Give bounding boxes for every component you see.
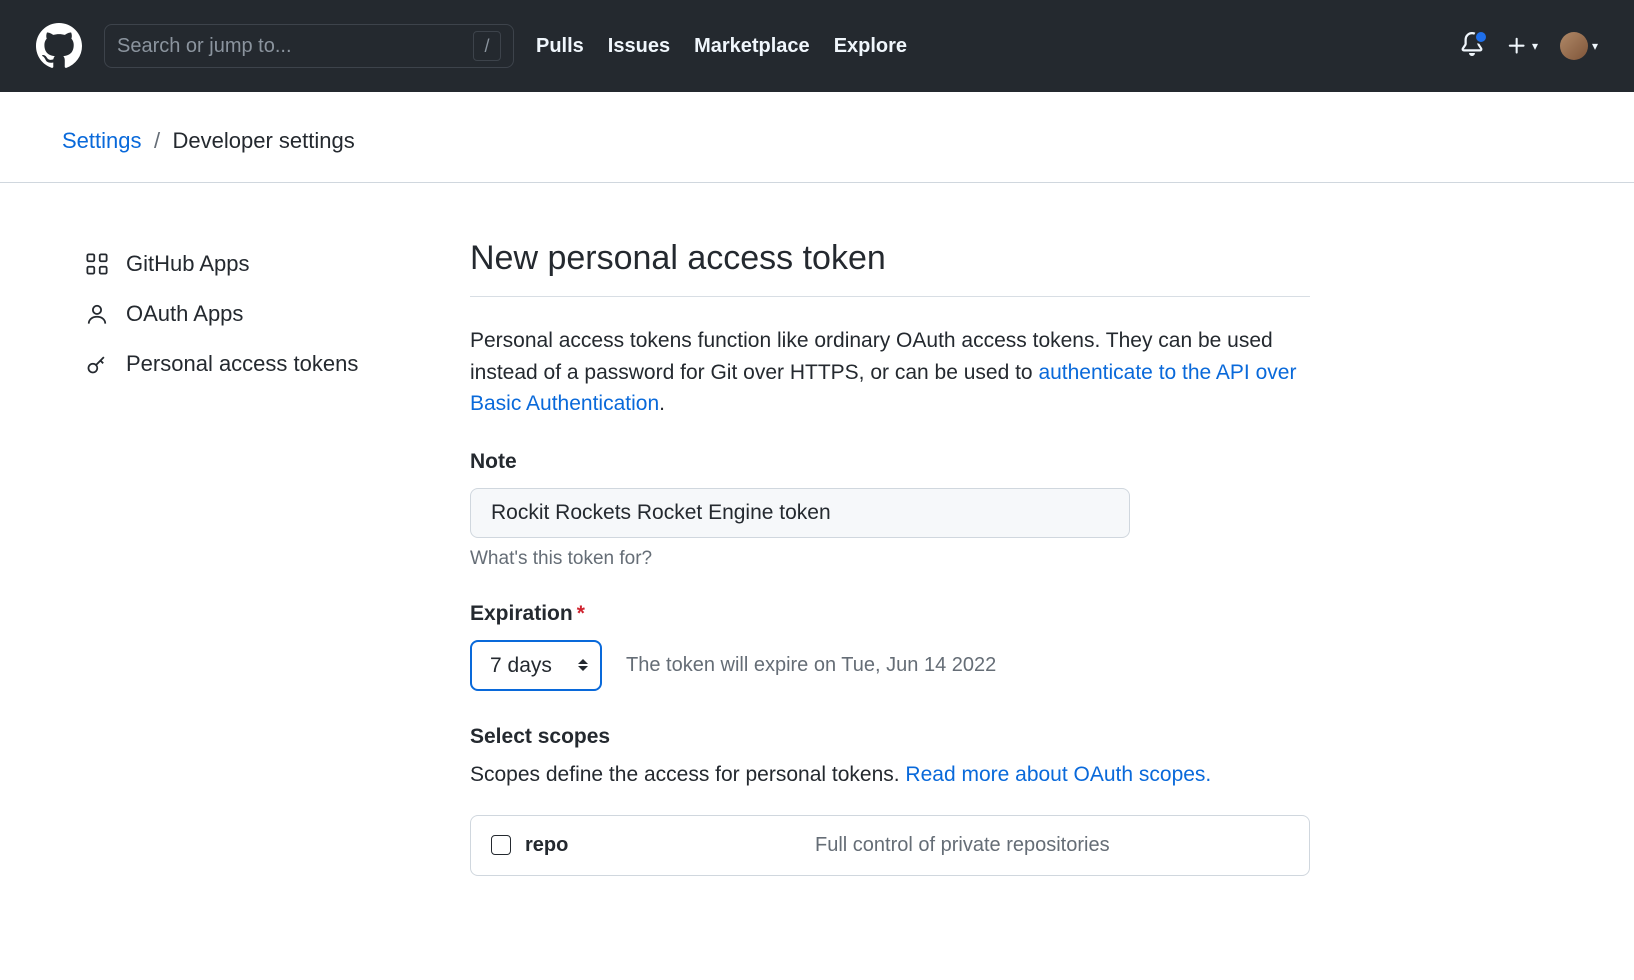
nav-marketplace[interactable]: Marketplace <box>694 35 810 58</box>
main-content: New personal access token Personal acces… <box>400 239 1370 876</box>
breadcrumb-settings[interactable]: Settings <box>62 128 142 153</box>
breadcrumb-current: Developer settings <box>173 128 355 153</box>
note-helper: What's this token for? <box>470 548 1310 570</box>
person-icon <box>86 303 108 325</box>
description-end: . <box>659 392 665 415</box>
notification-dot <box>1474 30 1488 44</box>
scopes-label: Select scopes <box>470 725 1310 749</box>
sidebar-item-label: Personal access tokens <box>126 351 358 377</box>
user-menu[interactable]: ▾ <box>1560 32 1598 60</box>
apps-icon <box>86 253 108 275</box>
divider <box>470 296 1310 297</box>
scopes-description: Scopes define the access for personal to… <box>470 763 1310 787</box>
breadcrumb-separator: / <box>154 128 160 153</box>
primary-nav: Pulls Issues Marketplace Explore <box>536 35 907 58</box>
scope-box: repo Full control of private repositorie… <box>470 815 1310 876</box>
scope-name: repo <box>525 834 815 857</box>
scope-checkbox-repo[interactable] <box>491 835 511 855</box>
key-icon <box>86 353 108 375</box>
sidebar-item-github-apps[interactable]: GitHub Apps <box>86 239 400 289</box>
scope-row-repo: repo Full control of private repositorie… <box>491 834 1289 857</box>
expiration-label: Expiration* <box>470 602 1310 626</box>
expiration-label-text: Expiration <box>470 602 573 625</box>
scope-description: Full control of private repositories <box>815 834 1110 857</box>
note-input[interactable] <box>470 488 1130 538</box>
sidebar-item-label: OAuth Apps <box>126 301 243 327</box>
nav-pulls[interactable]: Pulls <box>536 35 584 58</box>
create-menu[interactable]: ▾ <box>1506 35 1538 57</box>
github-mark-icon <box>36 23 82 69</box>
nav-issues[interactable]: Issues <box>608 35 670 58</box>
avatar <box>1560 32 1588 60</box>
expiration-row: 7 days The token will expire on Tue, Jun… <box>470 640 1310 691</box>
scopes-doc-link[interactable]: Read more about OAuth scopes. <box>905 763 1211 786</box>
sidebar-item-label: GitHub Apps <box>126 251 250 277</box>
sidebar-item-personal-access-tokens[interactable]: Personal access tokens <box>86 339 400 389</box>
token-description: Personal access tokens function like ord… <box>470 325 1310 420</box>
expiration-select-wrapper: 7 days <box>470 640 602 691</box>
expiration-note: The token will expire on Tue, Jun 14 202… <box>626 654 996 677</box>
expiration-select[interactable]: 7 days <box>470 640 602 691</box>
chevron-down-icon: ▾ <box>1532 39 1538 53</box>
search-input[interactable] <box>117 35 473 58</box>
content-container: GitHub Apps OAuth Apps Personal access t… <box>0 183 1634 876</box>
sidebar-item-oauth-apps[interactable]: OAuth Apps <box>86 289 400 339</box>
breadcrumb: Settings / Developer settings <box>0 92 1634 183</box>
page-title: New personal access token <box>470 239 1310 278</box>
required-asterisk: * <box>577 602 585 625</box>
notifications-button[interactable] <box>1460 32 1484 61</box>
nav-explore[interactable]: Explore <box>834 35 907 58</box>
header-right: ▾ ▾ <box>1460 32 1598 61</box>
search-box[interactable]: / <box>104 24 514 68</box>
settings-sidebar: GitHub Apps OAuth Apps Personal access t… <box>0 239 400 876</box>
scopes-desc-text: Scopes define the access for personal to… <box>470 763 905 786</box>
plus-icon <box>1506 35 1528 57</box>
note-label: Note <box>470 450 1310 474</box>
slash-key-hint: / <box>473 31 501 61</box>
chevron-down-icon: ▾ <box>1592 39 1598 53</box>
github-logo[interactable] <box>36 23 82 69</box>
global-header: / Pulls Issues Marketplace Explore ▾ ▾ <box>0 0 1634 92</box>
